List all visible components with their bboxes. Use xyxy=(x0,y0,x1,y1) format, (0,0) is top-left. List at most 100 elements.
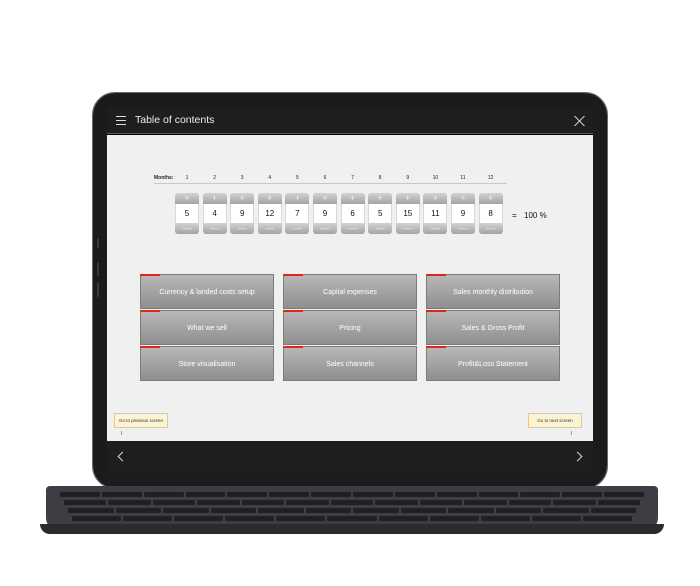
increment-button[interactable]: + xyxy=(202,193,227,204)
toc-item-button[interactable]: Sales & Gross Profit xyxy=(426,310,560,345)
month-value[interactable]: 6 xyxy=(340,204,365,223)
increment-button[interactable]: + xyxy=(230,193,255,204)
toc-item-label: Store visualisation xyxy=(178,361,236,368)
increment-button[interactable]: + xyxy=(395,193,420,204)
month-number: 1 xyxy=(185,175,189,181)
toc-item-button[interactable]: What we sell xyxy=(140,310,274,345)
decrement-button[interactable]: — xyxy=(257,223,282,234)
plus-icon: + xyxy=(487,193,494,203)
screen: Table of contents Months: 1 2 3 4 5 6 7 8 9 10 11 1… xyxy=(107,107,593,473)
keyboard-key xyxy=(311,492,352,497)
keyboard-key xyxy=(375,500,418,505)
toc-item-accent xyxy=(426,346,446,348)
month-value[interactable]: 4 xyxy=(202,204,227,223)
plus-icon: + xyxy=(460,193,466,203)
month-value[interactable]: 11 xyxy=(423,204,448,223)
month-value[interactable]: 8 xyxy=(478,204,503,223)
toc-item-accent xyxy=(283,274,303,276)
month-stepper: +9— xyxy=(451,193,475,238)
decrement-button[interactable]: — xyxy=(313,223,337,234)
increment-button[interactable]: + xyxy=(257,193,282,204)
keyboard-row xyxy=(68,508,636,513)
app-footer xyxy=(107,441,593,473)
toc-item-accent xyxy=(283,310,303,312)
keyboard-key xyxy=(123,516,173,521)
minus-icon: — xyxy=(458,223,468,233)
keyboard-key xyxy=(590,508,636,513)
month-value[interactable]: 9 xyxy=(230,204,255,223)
toc-item-button[interactable]: Currency & landed costs setup xyxy=(140,274,274,309)
keyboard-key xyxy=(68,508,114,513)
toc-item-accent xyxy=(283,346,303,348)
decrement-button[interactable]: — xyxy=(395,223,420,234)
increment-button[interactable]: + xyxy=(368,193,393,204)
minus-icon: — xyxy=(265,223,275,233)
month-stepper: +4— xyxy=(202,193,227,238)
increment-button[interactable]: + xyxy=(340,193,365,204)
month-value[interactable]: 12 xyxy=(257,204,282,223)
keyboard-key xyxy=(60,492,100,497)
keyboard-key xyxy=(330,500,374,505)
month-stepper: +11— xyxy=(423,193,448,238)
increment-button[interactable]: + xyxy=(478,193,503,204)
month-value[interactable]: 5 xyxy=(175,204,199,223)
increment-button[interactable]: + xyxy=(313,193,337,204)
toc-item-label: Pricing xyxy=(339,325,361,332)
next-screen-marker xyxy=(571,431,572,435)
month-number: 3 xyxy=(240,175,244,181)
month-stepper: +9— xyxy=(313,193,337,238)
chevron-right-icon[interactable] xyxy=(572,451,583,462)
next-screen-button[interactable]: Go to next screen xyxy=(528,413,582,428)
keyboard-key xyxy=(400,508,446,513)
keyboard-key xyxy=(495,508,541,513)
decrement-button[interactable]: — xyxy=(202,223,227,234)
toc-item-label: Sales channels xyxy=(326,361,374,368)
month-stepper: +6— xyxy=(340,193,365,238)
month-value[interactable]: 9 xyxy=(313,204,337,223)
plus-icon: + xyxy=(267,193,273,203)
close-icon[interactable] xyxy=(574,115,585,126)
month-value[interactable]: 9 xyxy=(451,204,475,223)
increment-button[interactable]: + xyxy=(175,193,199,204)
toc-item-button[interactable]: Capital expenses xyxy=(283,274,417,309)
page-title: Table of contents xyxy=(135,114,215,126)
toc-item-button[interactable]: Sales channels xyxy=(283,346,417,381)
keyboard-key xyxy=(305,508,351,513)
keyboard-key xyxy=(448,508,494,513)
month-value[interactable]: 7 xyxy=(285,204,310,223)
toc-item-button[interactable]: Sales monthly distribution xyxy=(426,274,560,309)
decrement-button[interactable]: — xyxy=(230,223,255,234)
hamburger-icon[interactable] xyxy=(116,116,126,125)
month-number: 4 xyxy=(268,175,272,181)
toc-item-accent xyxy=(140,346,160,348)
minus-icon: — xyxy=(237,223,247,233)
decrement-button[interactable]: — xyxy=(478,223,503,234)
decrement-button[interactable]: — xyxy=(451,223,475,234)
toc-item-button[interactable]: Pricing xyxy=(283,310,417,345)
keyboard-key xyxy=(269,492,310,497)
main-content: Months: 1 2 3 4 5 6 7 8 9 10 11 12 +5— +4— +9— +12— +7—… xyxy=(107,135,593,441)
keyboard-key xyxy=(327,516,377,521)
decrement-button[interactable]: — xyxy=(340,223,365,234)
toc-item-button[interactable]: Profit&Loss Statement xyxy=(426,346,560,381)
toc-item-label: Profit&Loss Statement xyxy=(458,361,528,368)
app-header: Table of contents xyxy=(107,107,593,134)
decrement-button[interactable]: — xyxy=(368,223,393,234)
decrement-button[interactable]: — xyxy=(175,223,199,234)
keyboard-key xyxy=(72,516,122,521)
month-number: 10 xyxy=(432,175,439,181)
month-value[interactable]: 5 xyxy=(368,204,393,223)
toc-item-accent xyxy=(426,310,446,312)
increment-button[interactable]: + xyxy=(451,193,475,204)
increment-button[interactable]: + xyxy=(423,193,448,204)
previous-screen-button[interactable]: Go to previous screen xyxy=(114,413,168,428)
decrement-button[interactable]: — xyxy=(423,223,448,234)
toc-item-button[interactable]: Store visualisation xyxy=(140,346,274,381)
decrement-button[interactable]: — xyxy=(285,223,310,234)
month-value[interactable]: 15 xyxy=(395,204,420,223)
increment-button[interactable]: + xyxy=(285,193,310,204)
plus-icon: + xyxy=(211,193,218,203)
keyboard-row xyxy=(64,500,641,505)
chevron-left-icon[interactable] xyxy=(117,451,128,462)
tablet-side-button xyxy=(97,283,99,297)
